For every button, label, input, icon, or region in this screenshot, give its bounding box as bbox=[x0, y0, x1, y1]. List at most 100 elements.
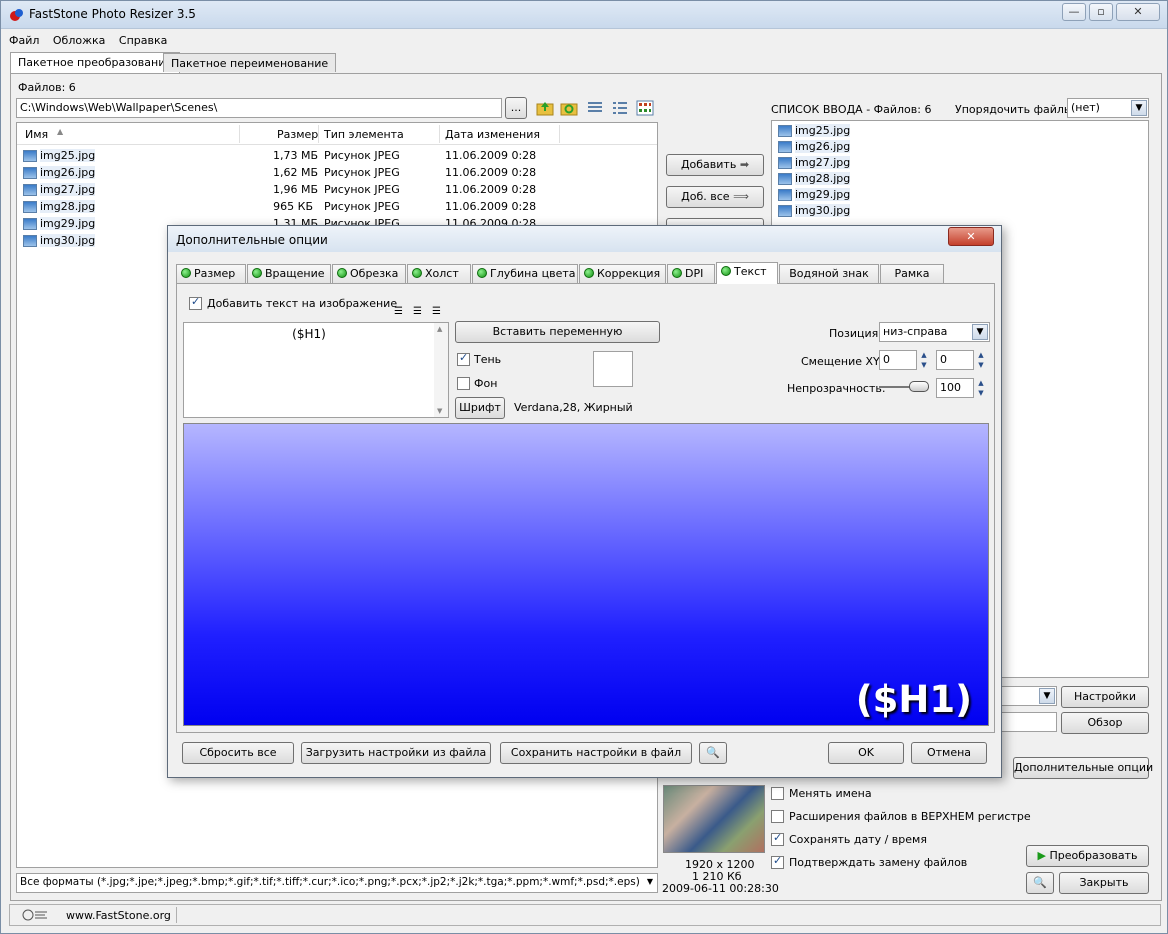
tab-adjustment[interactable]: Коррекция bbox=[579, 264, 666, 283]
add-all-button[interactable]: Доб. все ⟹ bbox=[666, 186, 764, 208]
image-file-icon bbox=[778, 173, 792, 185]
opacity-slider-thumb[interactable] bbox=[909, 381, 929, 392]
offset-y-field[interactable]: 0 bbox=[936, 350, 974, 370]
col-size[interactable]: Размер bbox=[277, 128, 318, 141]
tab-size[interactable]: Размер bbox=[176, 264, 246, 283]
tab-canvas[interactable]: Холст bbox=[407, 264, 471, 283]
window-title: FastStone Photo Resizer 3.5 bbox=[29, 7, 196, 21]
col-type[interactable]: Тип элемента bbox=[324, 128, 404, 141]
list-item[interactable]: img25.jpg bbox=[778, 124, 851, 141]
format-filter-select[interactable]: Все форматы (*.jpg;*.jpe;*.jpeg;*.bmp;*.… bbox=[16, 873, 658, 893]
offset-x-stepper[interactable]: ▲ ▼ bbox=[918, 350, 930, 370]
tab-dpi[interactable]: DPI bbox=[667, 264, 715, 283]
load-settings-button[interactable]: Загрузить настройки из файла bbox=[301, 742, 491, 764]
col-date[interactable]: Дата изменения bbox=[445, 128, 540, 141]
refresh-folder-icon[interactable] bbox=[560, 99, 578, 117]
offset-x-field[interactable]: 0 bbox=[879, 350, 917, 370]
ok-button[interactable]: OK bbox=[828, 742, 904, 764]
background-color-swatch[interactable] bbox=[593, 351, 633, 387]
table-row[interactable]: img26.jpg 1,62 МБ Рисунок JPEG 11.06.2009 0… bbox=[23, 166, 653, 183]
add-text-checkbox[interactable] bbox=[189, 295, 202, 310]
menu-file[interactable]: Файл bbox=[9, 34, 39, 47]
close-button[interactable]: Закрыть bbox=[1059, 872, 1149, 894]
chevron-down-icon: ▼ bbox=[1039, 688, 1055, 704]
shadow-checkbox[interactable] bbox=[457, 351, 470, 366]
list-item[interactable]: img27.jpg bbox=[778, 156, 851, 173]
tab-text[interactable]: Текст bbox=[716, 262, 778, 284]
folder-up-icon[interactable] bbox=[536, 99, 554, 117]
menu-skin[interactable]: Обложка bbox=[53, 34, 106, 47]
maximize-button[interactable]: ▫ bbox=[1089, 3, 1113, 21]
rename-checkbox[interactable] bbox=[771, 787, 784, 800]
view-list-icon[interactable] bbox=[611, 99, 629, 117]
minimize-button[interactable]: — bbox=[1062, 3, 1086, 21]
status-dot-icon bbox=[412, 268, 422, 278]
website-link[interactable]: www.FastStone.org bbox=[66, 909, 171, 922]
insert-variable-button[interactable]: Вставить переменную bbox=[455, 321, 660, 343]
output-folder-field[interactable] bbox=[1001, 712, 1057, 732]
offset-y-stepper[interactable]: ▲ ▼ bbox=[975, 350, 987, 370]
image-file-icon bbox=[23, 201, 37, 213]
dialog-close-button[interactable]: ✕ bbox=[948, 227, 994, 246]
path-field[interactable]: C:\Windows\Web\Wallpaper\Scenes\ bbox=[16, 98, 502, 118]
browse-path-button[interactable]: ... bbox=[505, 97, 527, 119]
text-scrollbar[interactable]: ▲ ▼ bbox=[434, 323, 448, 417]
preview-dialog-button[interactable]: 🔍 bbox=[699, 742, 727, 764]
tab-rotate[interactable]: Вращение bbox=[247, 264, 331, 283]
close-window-button[interactable]: ✕ bbox=[1116, 3, 1160, 21]
background-checkbox[interactable] bbox=[457, 377, 470, 390]
preview-overlay-text: ($H1) bbox=[855, 678, 972, 721]
add-button[interactable]: Добавить ➡ bbox=[666, 154, 764, 176]
chevron-down-icon: ▼ bbox=[1131, 100, 1147, 116]
text-input-area[interactable]: ($H1) ▲ ▼ bbox=[183, 322, 449, 418]
sort-asc-icon: ▲ bbox=[57, 127, 64, 136]
table-row[interactable]: img25.jpg 1,73 МБ Рисунок JPEG 11.06.2009 0… bbox=[23, 149, 653, 166]
align-right-icon[interactable]: ☰ bbox=[432, 306, 441, 317]
list-item[interactable]: img26.jpg bbox=[778, 140, 851, 157]
app-logo-icon bbox=[10, 9, 23, 21]
uppercase-ext-checkbox[interactable] bbox=[771, 810, 784, 823]
tab-batch-convert[interactable]: Пакетное преобразование bbox=[10, 52, 181, 73]
keep-date-checkbox[interactable] bbox=[771, 831, 784, 846]
chevron-down-icon: ▼ bbox=[646, 877, 653, 886]
input-list-title: СПИСОК ВВОДА - Файлов: 6 bbox=[771, 103, 932, 116]
tab-color-depth[interactable]: Глубина цвета bbox=[472, 264, 578, 283]
menu-help[interactable]: Справка bbox=[119, 34, 167, 47]
scroll-down-icon[interactable]: ▼ bbox=[437, 407, 442, 415]
settings-button[interactable]: Настройки bbox=[1061, 686, 1149, 708]
col-name[interactable]: Имя bbox=[25, 128, 48, 141]
advanced-options-button[interactable]: Дополнительные опции bbox=[1013, 757, 1153, 779]
list-item[interactable]: img28.jpg bbox=[778, 172, 851, 189]
opacity-field[interactable]: 100 bbox=[936, 378, 974, 398]
sort-select[interactable]: (нет) ▼ bbox=[1067, 98, 1149, 118]
save-settings-button[interactable]: Сохранить настройки в файл bbox=[500, 742, 692, 764]
scroll-up-icon[interactable]: ▲ bbox=[437, 325, 442, 333]
chevron-down-icon: ▼ bbox=[972, 324, 988, 340]
browse-output-button[interactable]: Обзор bbox=[1061, 712, 1149, 734]
position-label: Позиция: bbox=[829, 327, 882, 340]
cancel-button[interactable]: Отмена bbox=[911, 742, 987, 764]
table-row[interactable]: img27.jpg 1,96 МБ Рисунок JPEG 11.06.2009 0… bbox=[23, 183, 653, 200]
font-button[interactable]: Шрифт bbox=[455, 397, 505, 419]
view-details-icon[interactable] bbox=[586, 99, 604, 117]
align-left-icon[interactable]: ☰ bbox=[394, 306, 403, 317]
convert-button[interactable]: ▶ Преобразовать bbox=[1026, 845, 1149, 867]
preview-search-button[interactable]: 🔍 bbox=[1026, 872, 1054, 894]
table-row[interactable]: img28.jpg 965 КБ Рисунок JPEG 11.06.2009 0:… bbox=[23, 200, 653, 217]
position-select[interactable]: низ-справа ▼ bbox=[879, 322, 990, 342]
opacity-stepper[interactable]: ▲ ▼ bbox=[975, 378, 987, 398]
magnifier-doc-icon: 🔍 bbox=[1033, 876, 1047, 889]
reset-all-button[interactable]: Сбросить все bbox=[182, 742, 294, 764]
output-format-select[interactable]: ▼ bbox=[1001, 686, 1057, 706]
files-count: Файлов: 6 bbox=[18, 81, 76, 94]
tab-crop[interactable]: Обрезка bbox=[332, 264, 406, 283]
tab-border[interactable]: Рамка bbox=[880, 264, 944, 283]
align-center-icon[interactable]: ☰ bbox=[413, 306, 422, 317]
list-item[interactable]: img29.jpg bbox=[778, 188, 851, 205]
view-thumbnails-icon[interactable] bbox=[636, 99, 654, 117]
list-item[interactable]: img30.jpg bbox=[778, 204, 851, 221]
tab-watermark[interactable]: Водяной знак bbox=[779, 264, 879, 283]
confirm-overwrite-checkbox[interactable] bbox=[771, 854, 784, 869]
tab-batch-rename[interactable]: Пакетное переименование bbox=[163, 53, 337, 72]
status-dot-icon bbox=[477, 268, 487, 278]
